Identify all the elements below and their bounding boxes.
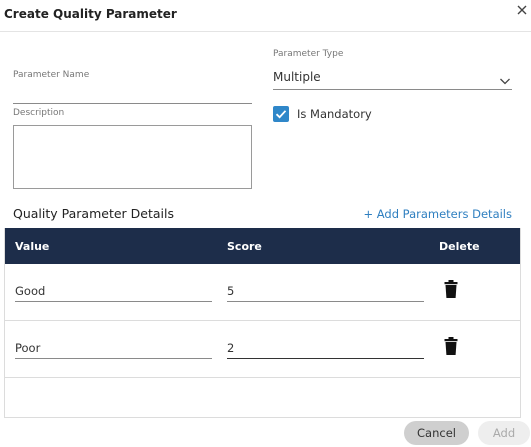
chevron-down-icon [499,71,511,90]
row-score-input[interactable] [227,281,424,302]
parameter-type-label: Parameter Type [273,49,344,59]
is-mandatory-label: Is Mandatory [297,107,372,121]
add-parameters-details-link[interactable]: + Add Parameters Details [363,207,512,221]
dialog-title: Create Quality Parameter [4,7,177,21]
parameter-type-value: Multiple [273,70,321,84]
table-header: Value Score Delete [5,228,520,264]
trash-icon[interactable] [444,337,458,355]
row-value-input[interactable] [15,338,212,359]
column-header-score: Score [227,240,262,253]
description-textarea[interactable] [13,125,252,189]
cancel-button[interactable]: Cancel [404,421,469,445]
details-section-title: Quality Parameter Details [13,206,174,221]
is-mandatory-checkbox[interactable] [273,106,289,122]
checkmark-icon [275,110,287,119]
row-score-input[interactable] [227,338,424,359]
parameter-name-label: Parameter Name [13,70,90,80]
parameter-name-input[interactable] [13,86,252,104]
row-value-input[interactable] [15,281,212,302]
table-row [5,321,520,378]
column-header-value: Value [15,240,50,253]
trash-icon[interactable] [444,280,458,298]
dialog-titlebar: Create Quality Parameter [0,0,531,32]
add-button[interactable]: Add [478,421,530,445]
column-header-delete: Delete [439,240,480,253]
parameter-details-table: Value Score Delete [4,228,521,418]
description-label: Description [13,108,65,118]
parameter-type-select[interactable]: Multiple [273,66,512,90]
table-row [5,264,520,321]
close-icon[interactable] [514,2,530,18]
